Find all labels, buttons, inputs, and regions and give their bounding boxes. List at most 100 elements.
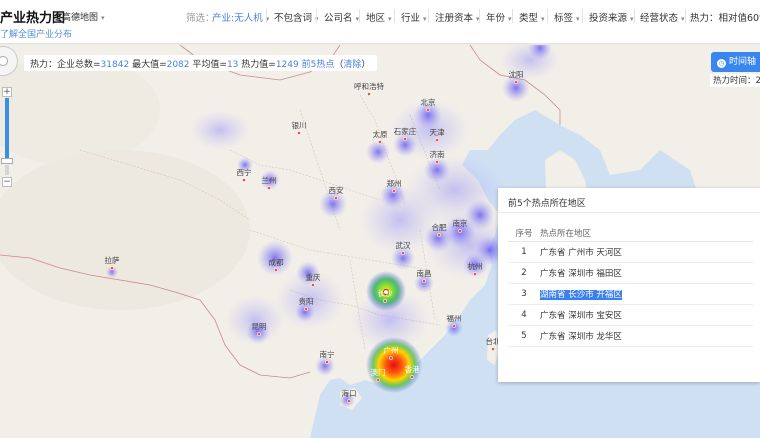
city-marker	[257, 332, 261, 336]
city-label: 银川	[292, 121, 307, 130]
filter-year[interactable]: 年份 ▾	[486, 10, 512, 24]
city-label: 广州	[384, 345, 399, 355]
row-region-text: 广东省 广州市 天河区	[540, 247, 622, 258]
row-region-text-selected: 湖南省 长沙市 开福区	[540, 289, 622, 300]
city-label: 贵阳	[299, 296, 314, 306]
zoom-slider-track[interactable]	[5, 98, 9, 158]
col-region-header: 热点所在地区	[540, 225, 753, 242]
city-label: 昆明	[252, 322, 267, 331]
city-label: 太原	[373, 129, 388, 139]
city-label: 重庆	[306, 272, 321, 282]
filter-business-status-label: 经营状态	[640, 13, 679, 24]
app-subtitle-link[interactable]: 了解全国产业分布	[0, 27, 72, 40]
filter-registered-capital[interactable]: 注册资本 ▾	[435, 10, 480, 24]
stats-heat-value: 1249	[275, 60, 299, 70]
filter-industry-category-label: 行业	[401, 13, 421, 24]
city-label: 合肥	[432, 222, 447, 232]
city-label: 郑州	[387, 178, 402, 188]
city-label: 拉萨	[105, 255, 120, 265]
map-source-label: 高德地图	[62, 13, 99, 23]
divider	[498, 212, 760, 213]
top5-panel-title: 前5个热点所在地区	[508, 199, 586, 209]
city-marker	[242, 178, 246, 182]
stats-max-value: 2082	[166, 60, 190, 70]
filter-tags[interactable]: 标签 ▾	[554, 10, 580, 24]
zoom-out-button[interactable]: −	[2, 177, 12, 187]
city-label: 南宁	[320, 349, 335, 359]
paren-open: （	[334, 60, 344, 70]
table-row[interactable]: 3 湖南省 长沙市 开福区	[508, 283, 753, 305]
city-marker	[267, 186, 271, 190]
city-marker	[514, 80, 518, 84]
city-marker	[426, 108, 430, 112]
row-index: 3	[508, 283, 540, 305]
row-region[interactable]: 湖南省 长沙市 开福区	[540, 283, 753, 305]
city-label: 杭州	[468, 261, 483, 271]
filter-type-label: 类型	[519, 13, 539, 24]
filter-registered-capital-label: 注册资本	[435, 13, 474, 24]
filter-industry-label: 产业:无人机	[212, 13, 263, 24]
city-label: 石家庄	[394, 126, 417, 136]
row-region-text: 广东省 深圳市 龙华区	[540, 331, 622, 342]
zoom-slider-track-rest[interactable]	[5, 165, 9, 175]
clear-link[interactable]: 清除	[343, 60, 361, 70]
table-row[interactable]: 4 广东省 深圳市 宝安区	[508, 304, 753, 326]
filter-business-status[interactable]: 经营状态 ▾	[640, 10, 685, 24]
top5-hotspots-panel: 前5个热点所在地区 序号 热点所在地区 1 广东省 广州市 天河区 2 广东省 …	[498, 188, 760, 382]
city-marker	[473, 272, 477, 276]
zoom-slider-handle[interactable]	[1, 158, 13, 164]
city-marker	[297, 131, 301, 135]
stats-heat-value-label: 热力值=	[241, 60, 276, 70]
city-marker	[311, 283, 315, 287]
row-region[interactable]: 广东省 深圳市 宝安区	[540, 304, 753, 326]
filter-industry-category[interactable]: 行业 ▾	[401, 10, 427, 24]
city-marker	[435, 138, 439, 142]
chevron-down-icon: ▾	[508, 15, 512, 23]
city-marker	[392, 189, 396, 193]
city-label: 兰州	[262, 175, 277, 185]
city-label: 福州	[447, 314, 462, 323]
city-marker	[376, 378, 380, 382]
clock-icon: ◷	[717, 59, 726, 68]
city-marker	[403, 137, 407, 141]
row-region[interactable]: 广东省 广州市 天河区	[540, 241, 753, 263]
table-header-row: 序号 热点所在地区	[508, 225, 753, 242]
top5-link[interactable]: 前5热点	[302, 60, 335, 70]
filter-region[interactable]: 地区 ▾	[366, 10, 392, 24]
city-marker	[435, 160, 439, 164]
filter-company-name[interactable]: 公司名 ▾	[324, 10, 359, 24]
filter-type[interactable]: 类型 ▾	[519, 10, 545, 24]
stats-avg-label: 平均值=	[192, 60, 227, 70]
city-label: 海口	[342, 388, 357, 398]
city-label: 澳门	[371, 367, 386, 377]
row-region-text: 广东省 深圳市 福田区	[540, 268, 622, 279]
city-label: 成都	[269, 257, 284, 267]
filter-heat-ratio[interactable]: 热力：相对值60%▾	[690, 10, 760, 24]
row-region[interactable]: 广东省 深圳市 龙华区	[540, 325, 753, 347]
city-marker	[458, 229, 462, 233]
city-marker	[274, 268, 278, 272]
filter-year-label: 年份	[486, 13, 506, 24]
city-marker	[367, 92, 371, 96]
table-row[interactable]: 5 广东省 深圳市 龙华区	[508, 325, 753, 347]
city-label: 北京	[421, 97, 436, 107]
filter-industry[interactable]: 产业:无人机 ▾	[212, 10, 269, 24]
city-marker	[491, 347, 495, 351]
table-row[interactable]: 2 广东省 深圳市 福田区	[508, 262, 753, 284]
city-marker	[378, 140, 382, 144]
filter-exclude-words[interactable]: 不包含词▾	[274, 10, 319, 24]
chevron-down-icon: ▾	[576, 15, 580, 23]
row-index: 2	[508, 262, 540, 284]
filter-heat-ratio-label: 热力：相对值60%	[690, 13, 760, 24]
map-source-dropdown[interactable]: 高德地图 ▾	[62, 10, 105, 23]
stats-avg-value: 13	[226, 60, 239, 70]
filter-investment-source[interactable]: 投资来源 ▾	[589, 10, 634, 24]
chevron-down-icon: ▾	[681, 15, 685, 23]
city-marker	[452, 324, 456, 328]
zoom-in-button[interactable]: +	[2, 87, 12, 97]
row-region[interactable]: 广东省 深圳市 福田区	[540, 262, 753, 284]
filter-investment-source-label: 投资来源	[589, 13, 628, 24]
city-label: 西安	[329, 185, 344, 195]
timeline-button[interactable]: ◷ 时间轴	[711, 52, 760, 72]
table-row[interactable]: 1 广东省 广州市 天河区	[508, 241, 753, 263]
